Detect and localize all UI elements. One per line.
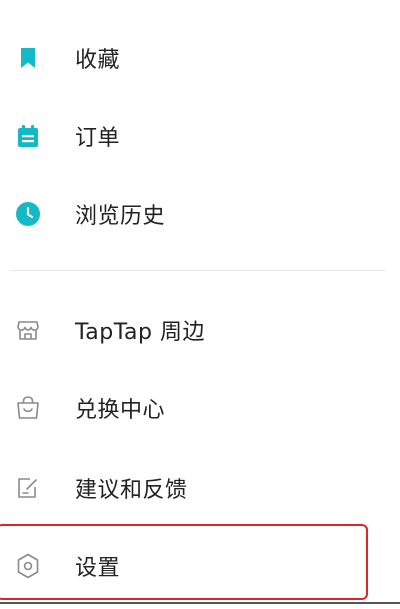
order-icon	[15, 123, 41, 149]
menu-item-favorites[interactable]: 收藏	[0, 28, 400, 88]
menu-item-settings[interactable]: 设置	[0, 536, 400, 596]
bottom-edge-line	[0, 602, 400, 604]
store-icon	[15, 317, 41, 343]
menu-item-label: 兑换中心	[75, 398, 166, 423]
side-menu: 收藏 订单 浏览历史 TapTap 周边 兑换中心 建议和反馈 设置	[0, 0, 400, 609]
menu-item-history[interactable]: 浏览历史	[0, 184, 400, 244]
settings-icon	[15, 553, 41, 579]
feedback-icon	[15, 475, 41, 501]
menu-item-merch[interactable]: TapTap 周边	[0, 300, 400, 360]
menu-divider	[10, 270, 385, 271]
menu-item-redeem[interactable]: 兑换中心	[0, 378, 400, 438]
menu-item-label: 浏览历史	[75, 204, 166, 229]
menu-item-feedback[interactable]: 建议和反馈	[0, 458, 400, 518]
menu-item-label: 建议和反馈	[75, 478, 188, 503]
bookmark-icon	[15, 45, 41, 71]
menu-item-label: 收藏	[75, 48, 121, 73]
menu-item-label: TapTap 周边	[75, 320, 205, 345]
menu-item-label: 订单	[75, 126, 121, 151]
menu-item-label: 设置	[75, 556, 121, 581]
menu-item-orders[interactable]: 订单	[0, 106, 400, 166]
clock-icon	[15, 201, 41, 227]
gift-bag-icon	[15, 395, 41, 421]
